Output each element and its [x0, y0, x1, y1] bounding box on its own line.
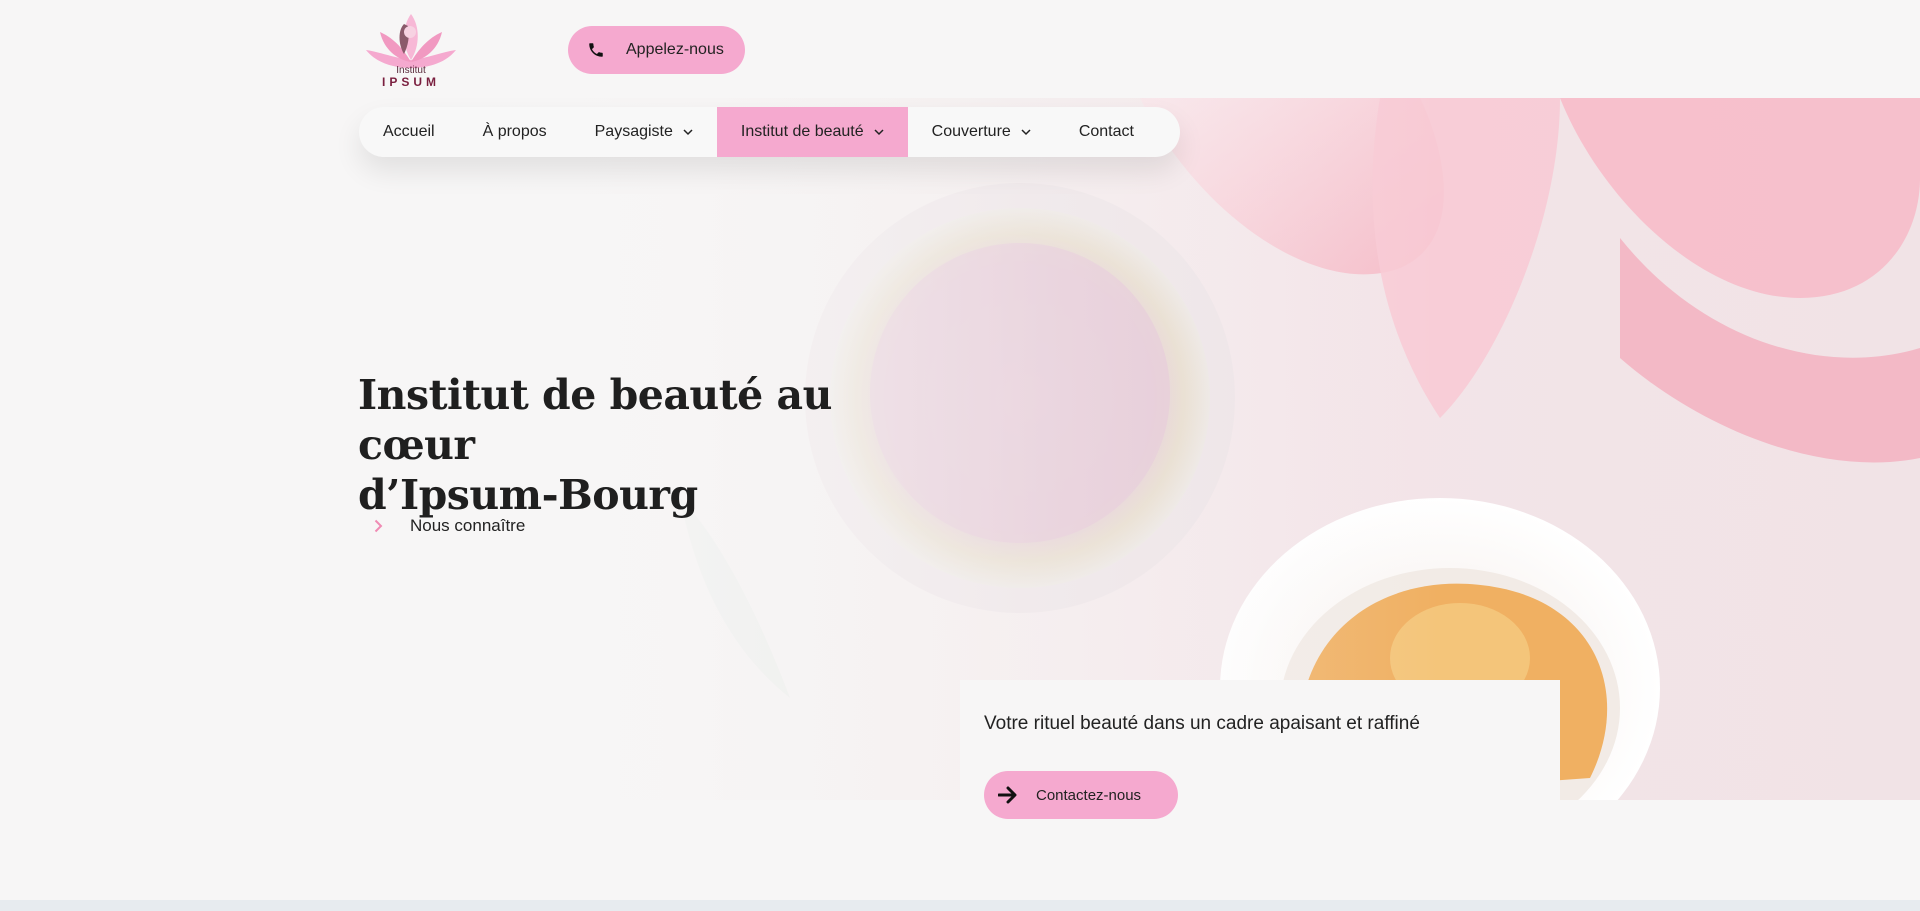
hero-heading-line1: Institut de beauté au cœur: [358, 371, 832, 469]
nav-item-label: Paysagiste: [594, 123, 673, 140]
logo-text-line2: IPSUM: [381, 75, 440, 89]
chevron-down-icon: [874, 127, 884, 137]
nav-item-a-propos[interactable]: À propos: [459, 107, 571, 157]
site-logo[interactable]: Institut IPSUM: [358, 10, 464, 90]
know-us-link[interactable]: Nous connaître: [374, 516, 525, 536]
chevron-down-icon: [1021, 127, 1031, 137]
next-section-edge: [0, 900, 1920, 911]
nav-item-label: Contact: [1078, 123, 1134, 140]
nav-item-label: Couverture: [931, 123, 1011, 140]
know-us-label: Nous connaître: [410, 516, 526, 535]
nav-item-contact[interactable]: Contact: [1055, 107, 1158, 157]
call-us-label: Appelez-nous: [626, 41, 724, 58]
call-us-button[interactable]: Appelez-nous: [568, 26, 745, 74]
phone-icon: [586, 40, 606, 60]
nav-item-label: Accueil: [383, 123, 435, 140]
main-navigation: Accueil À propos Paysagiste Institut de …: [359, 107, 1180, 157]
arrow-right-icon: [998, 784, 1020, 806]
nav-item-label: À propos: [482, 123, 547, 140]
hero-heading: Institut de beauté au cœur d’Ipsum-Bourg: [358, 370, 918, 520]
nav-item-label: Institut de beauté: [740, 123, 864, 140]
contact-us-label: Contactez-nous: [1036, 786, 1142, 804]
chevron-down-icon: [683, 127, 693, 137]
contact-us-button[interactable]: Contactez-nous: [984, 771, 1178, 819]
chevron-right-icon: [374, 517, 388, 535]
nav-item-accueil[interactable]: Accueil: [359, 107, 459, 157]
nav-item-paysagiste[interactable]: Paysagiste: [571, 107, 717, 157]
hero-heading-line2: d’Ipsum-Bourg: [358, 471, 698, 519]
nav-item-institut-de-beaute[interactable]: Institut de beauté: [716, 107, 908, 157]
intro-card-text: Votre rituel beauté dans un cadre apaisa…: [984, 713, 1420, 734]
nav-item-couverture[interactable]: Couverture: [908, 107, 1055, 157]
